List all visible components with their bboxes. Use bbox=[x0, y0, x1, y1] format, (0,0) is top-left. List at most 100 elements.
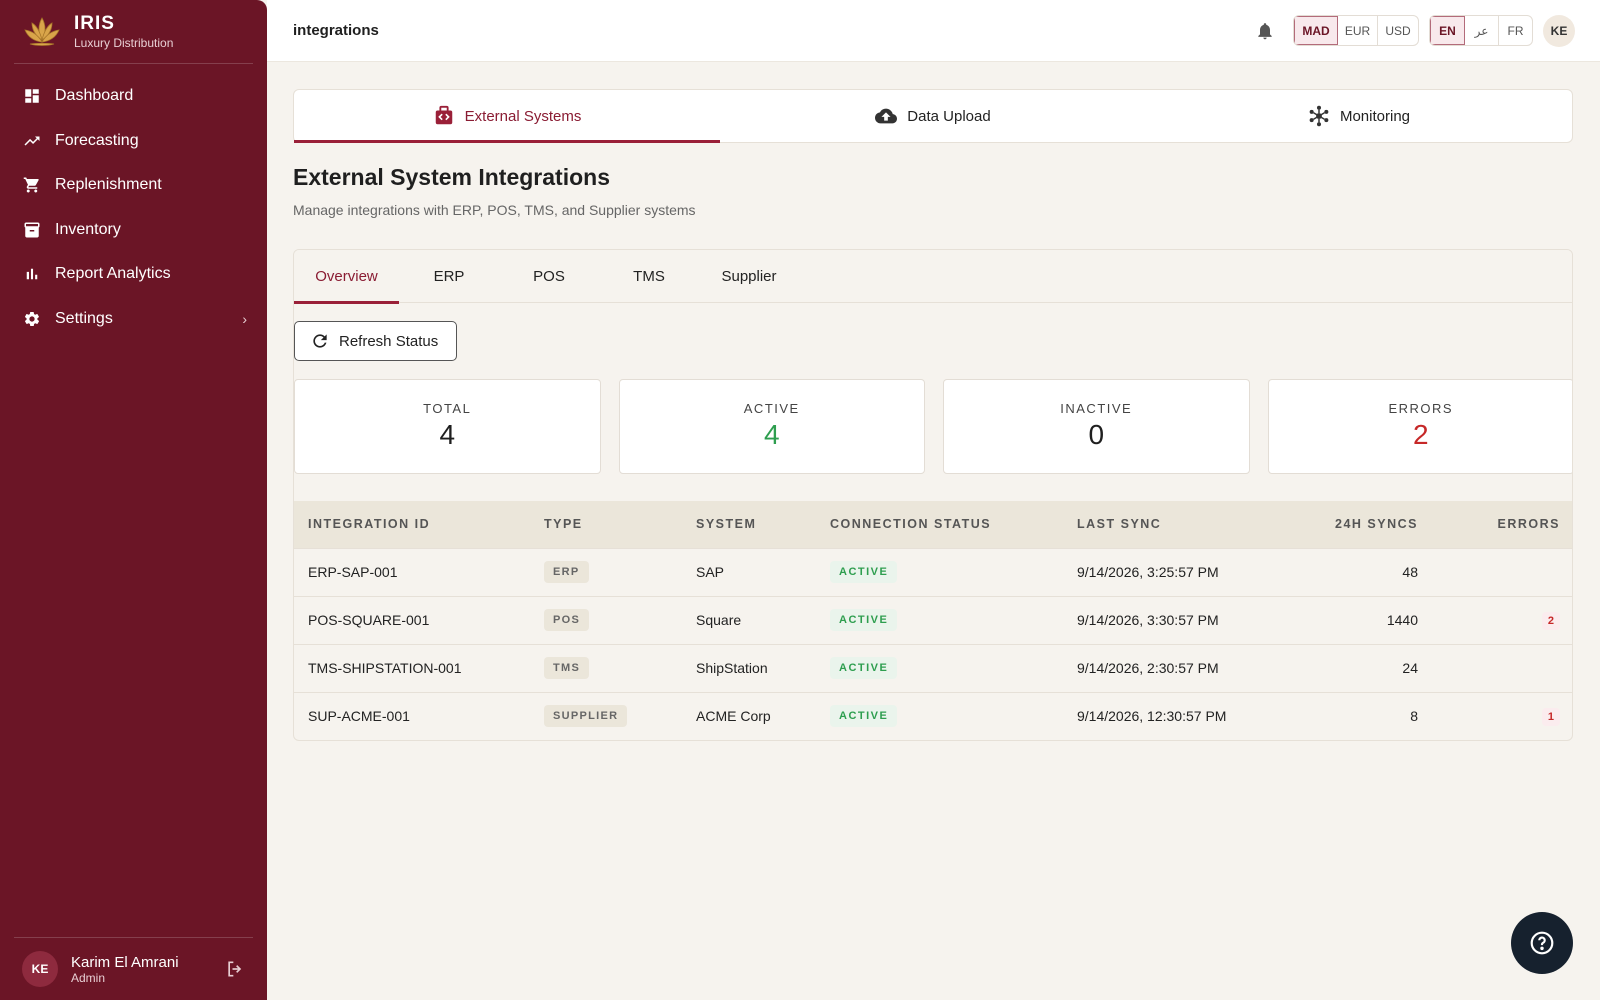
avatar[interactable]: KE bbox=[22, 951, 58, 987]
syncs-24h: 8 bbox=[1410, 708, 1418, 725]
network-icon bbox=[1309, 105, 1329, 127]
sidebar-item-inventory[interactable]: Inventory bbox=[0, 208, 267, 253]
table-row[interactable]: SUP-ACME-001 SUPPLIER ACME Corp ACTIVE 9… bbox=[294, 692, 1572, 740]
status-cell: ACTIVE bbox=[816, 644, 1063, 692]
tab-label: Data Upload bbox=[907, 107, 991, 125]
user-name: Karim El Amrani bbox=[71, 953, 179, 971]
column-header[interactable]: 24H SYNCS bbox=[1274, 501, 1432, 548]
stat-label: ACTIVE bbox=[743, 401, 800, 416]
stats-row: TOTAL 4 ACTIVE 4 INACTIVE 0 ERRORS 2 bbox=[294, 379, 1572, 474]
stat-value: 2 bbox=[1412, 419, 1429, 450]
stat-value: 4 bbox=[439, 419, 456, 450]
table-row[interactable]: TMS-SHIPSTATION-001 TMS ShipStation ACTI… bbox=[294, 644, 1572, 692]
errors-cell: 1 bbox=[1432, 692, 1572, 740]
integration-id: POS-SQUARE-001 bbox=[308, 612, 430, 628]
language-en[interactable]: EN bbox=[1430, 16, 1465, 45]
tab-label: External Systems bbox=[464, 107, 582, 125]
tab-supplier[interactable]: Supplier bbox=[699, 250, 799, 303]
column-header[interactable]: ERRORS bbox=[1432, 501, 1572, 548]
syncs-24h: 48 bbox=[1402, 564, 1418, 580]
currency-eur[interactable]: EUR bbox=[1338, 16, 1378, 45]
tab-erp[interactable]: ERP bbox=[399, 250, 499, 303]
logout-icon[interactable] bbox=[225, 959, 245, 979]
last-sync: 9/14/2026, 2:30:57 PM bbox=[1077, 660, 1219, 676]
refresh-status-label: Refresh Status bbox=[339, 332, 439, 350]
error-count-badge: 2 bbox=[1541, 611, 1560, 630]
sidebar-item-report-analytics[interactable]: Report Analytics bbox=[0, 252, 267, 297]
type-badge: SUPPLIER bbox=[544, 705, 628, 728]
errors-cell bbox=[1432, 548, 1572, 596]
sidebar-item-label: Forecasting bbox=[55, 131, 139, 149]
language-fr[interactable]: FR bbox=[1499, 16, 1532, 45]
stat-value: 0 bbox=[1088, 419, 1105, 450]
sidebar-item-forecasting[interactable]: Forecasting bbox=[0, 119, 267, 164]
page-breadcrumb: integrations bbox=[293, 22, 379, 39]
type-cell: POS bbox=[530, 596, 682, 644]
table-row[interactable]: ERP-SAP-001 ERP SAP ACTIVE 9/14/2026, 3:… bbox=[294, 548, 1572, 596]
sidebar-item-label: Inventory bbox=[55, 220, 121, 238]
integrations-table: INTEGRATION ID TYPE SYSTEM CONNECTION ST… bbox=[294, 501, 1572, 740]
help-icon bbox=[1530, 931, 1554, 955]
bell-icon[interactable] bbox=[1255, 21, 1275, 41]
type-cell: ERP bbox=[530, 548, 682, 596]
brand[interactable]: IRIS Luxury Distribution bbox=[0, 0, 267, 63]
currency-selector: MAD EUR USD bbox=[1293, 15, 1419, 46]
status-badge: ACTIVE bbox=[830, 561, 898, 583]
sidebar-item-label: Replenishment bbox=[55, 176, 162, 194]
sidebar-item-replenishment[interactable]: Replenishment bbox=[0, 163, 267, 208]
page-title: External System Integrations bbox=[293, 164, 610, 190]
status-cell: ACTIVE bbox=[816, 548, 1063, 596]
tab-tms[interactable]: TMS bbox=[599, 250, 699, 303]
language-ar[interactable]: عر bbox=[1465, 16, 1499, 45]
status-badge: ACTIVE bbox=[830, 657, 898, 679]
last-sync: 9/14/2026, 12:30:57 PM bbox=[1077, 708, 1227, 725]
column-header[interactable]: INTEGRATION ID bbox=[294, 501, 530, 548]
sub-tabs: Overview ERP POS TMS Supplier bbox=[294, 250, 1572, 304]
integration-id: ERP-SAP-001 bbox=[308, 564, 398, 580]
cart-icon bbox=[23, 177, 39, 193]
integrations-panel: Overview ERP POS TMS Supplier Refresh St… bbox=[293, 249, 1573, 741]
main-tabs: External Systems Data Upload Monitoring bbox=[293, 89, 1573, 143]
type-badge: POS bbox=[544, 609, 590, 631]
status-cell: ACTIVE bbox=[816, 692, 1063, 740]
archive-icon bbox=[24, 222, 40, 238]
page-description: Manage integrations with ERP, POS, TMS, … bbox=[293, 202, 696, 218]
sidebar-item-dashboard[interactable]: Dashboard bbox=[0, 74, 267, 119]
tab-data-upload[interactable]: Data Upload bbox=[720, 90, 1146, 142]
errors-cell: 2 bbox=[1432, 596, 1572, 644]
status-badge: ACTIVE bbox=[830, 705, 898, 728]
column-header[interactable]: SYSTEM bbox=[682, 501, 816, 548]
sidebar-item-label: Report Analytics bbox=[55, 265, 171, 283]
column-header[interactable]: LAST SYNC bbox=[1063, 501, 1274, 548]
stat-total: TOTAL 4 bbox=[294, 379, 601, 474]
system-name: ShipStation bbox=[696, 660, 768, 676]
sidebar-divider bbox=[14, 63, 253, 64]
tab-monitoring[interactable]: Monitoring bbox=[1146, 90, 1572, 142]
top-bar: integrations MAD EUR USD EN عر FR KE bbox=[267, 0, 1600, 62]
help-button[interactable] bbox=[1511, 912, 1573, 974]
stat-label: ERRORS bbox=[1388, 401, 1454, 416]
stat-active: ACTIVE 4 bbox=[618, 379, 925, 474]
tab-label: Monitoring bbox=[1339, 107, 1411, 125]
refresh-icon bbox=[313, 334, 327, 348]
column-header[interactable]: TYPE bbox=[530, 501, 682, 548]
tab-external-systems[interactable]: External Systems bbox=[294, 90, 720, 143]
avatar[interactable]: KE bbox=[1543, 15, 1575, 47]
currency-mad[interactable]: MAD bbox=[1294, 16, 1338, 45]
tab-overview[interactable]: Overview bbox=[294, 250, 399, 304]
column-header[interactable]: CONNECTION STATUS bbox=[816, 501, 1063, 548]
table-row[interactable]: POS-SQUARE-001 POS Square ACTIVE 9/14/20… bbox=[294, 596, 1572, 644]
refresh-status-button[interactable]: Refresh Status bbox=[294, 321, 457, 361]
stat-inactive: INACTIVE 0 bbox=[943, 379, 1250, 474]
last-sync: 9/14/2026, 3:25:57 PM bbox=[1077, 564, 1219, 580]
tab-pos[interactable]: POS bbox=[499, 250, 599, 303]
table-header-row: INTEGRATION ID TYPE SYSTEM CONNECTION ST… bbox=[294, 501, 1572, 548]
last-sync: 9/14/2026, 3:30:57 PM bbox=[1077, 612, 1219, 628]
cloud-upload-icon bbox=[875, 108, 898, 124]
user-role: Admin bbox=[71, 970, 106, 985]
type-badge: ERP bbox=[544, 561, 589, 583]
currency-usd[interactable]: USD bbox=[1378, 16, 1418, 45]
stat-value: 4 bbox=[763, 419, 780, 450]
sidebar-item-settings[interactable]: Settings › bbox=[0, 297, 267, 342]
sidebar-item-label: Settings bbox=[55, 309, 113, 327]
